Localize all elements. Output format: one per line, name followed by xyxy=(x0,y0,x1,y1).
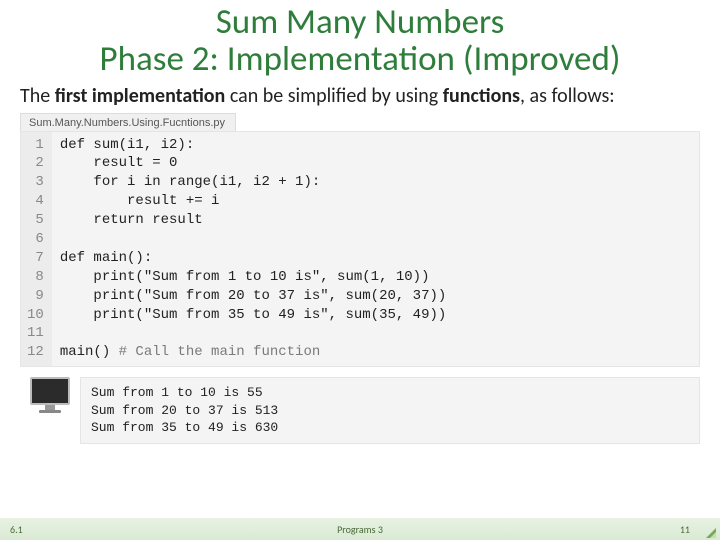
intro-bold-2: functions xyxy=(443,84,520,108)
title-line-1: Sum Many Numbers xyxy=(20,4,700,41)
code-block: 1 2 3 4 5 6 7 8 9 10 11 12 def sum(i1, i… xyxy=(20,131,700,368)
intro-post: , as follows: xyxy=(520,84,615,108)
code-comment: # Call the main function xyxy=(119,344,321,360)
file-tab: Sum.Many.Numbers.Using.Fucntions.py xyxy=(20,113,236,131)
code-text: def sum(i1, i2): result = 0 for i in ran… xyxy=(60,137,446,361)
monitor-icon xyxy=(30,377,70,413)
code-body: def sum(i1, i2): result = 0 for i in ran… xyxy=(52,132,699,367)
footer-right: 11 xyxy=(680,523,690,536)
slide: Sum Many Numbers Phase 2: Implementation… xyxy=(0,0,720,540)
intro-bold-1: first implementation xyxy=(55,84,226,108)
intro-pre: The xyxy=(20,84,55,108)
title-line-2: Phase 2: Implementation (Improved) xyxy=(20,41,700,78)
corner-fold-icon xyxy=(702,524,716,538)
file-tab-row: Sum.Many.Numbers.Using.Fucntions.py xyxy=(0,112,720,131)
intro-text: The first implementation can be simplifi… xyxy=(0,78,720,112)
output-box: Sum from 1 to 10 is 55 Sum from 20 to 37… xyxy=(80,377,700,444)
footer-center: Programs 3 xyxy=(0,523,720,536)
footer-left: 6.1 xyxy=(10,523,23,536)
line-number-gutter: 1 2 3 4 5 6 7 8 9 10 11 12 xyxy=(21,132,52,367)
footer-bar: 6.1 Programs 3 11 xyxy=(0,518,720,540)
output-row: Sum from 1 to 10 is 55 Sum from 20 to 37… xyxy=(0,367,720,444)
intro-mid: can be simplified by using xyxy=(225,84,442,108)
title-block: Sum Many Numbers Phase 2: Implementation… xyxy=(0,0,720,78)
